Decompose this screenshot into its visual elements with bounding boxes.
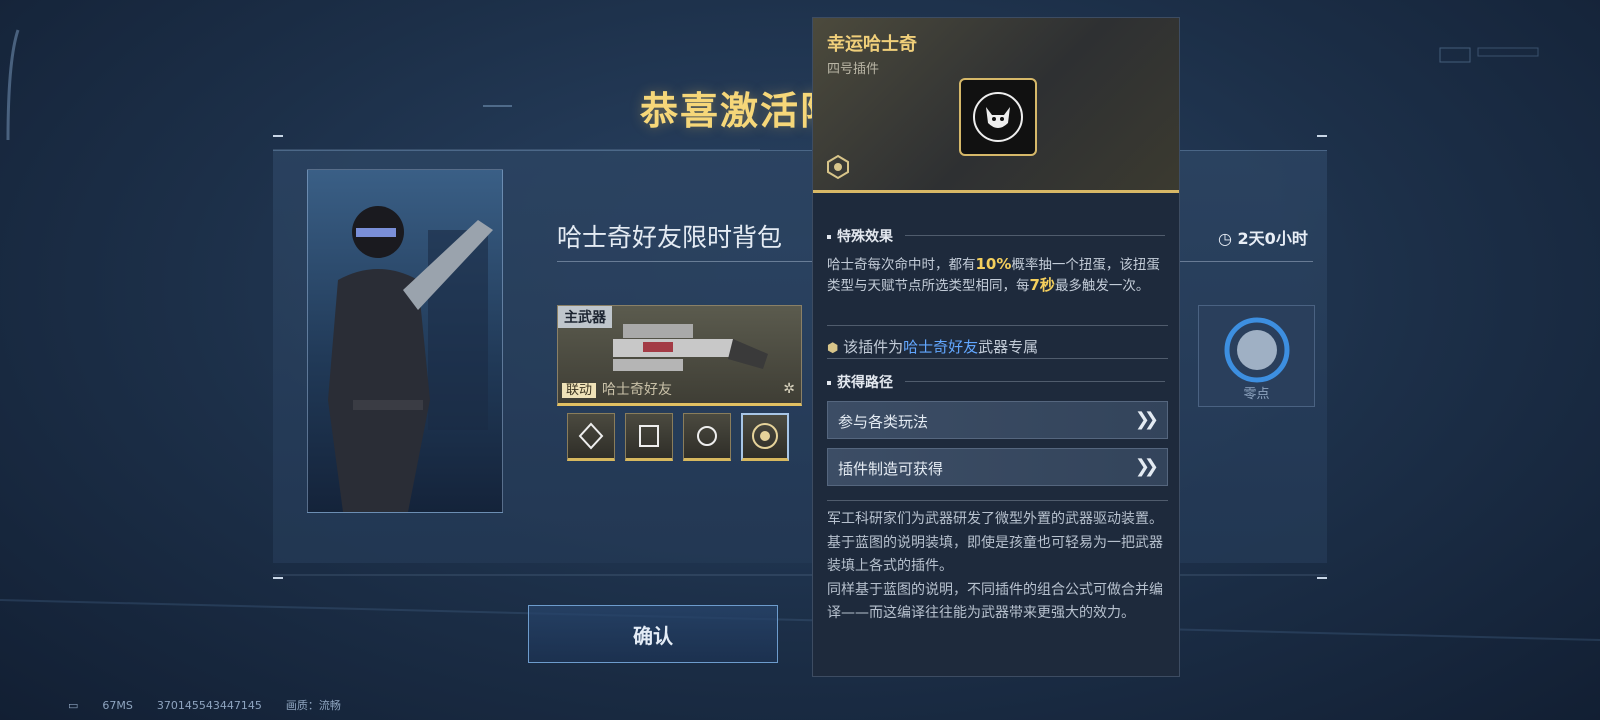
- plugin-type: 四号插件: [827, 62, 880, 77]
- exclusive-text-part: 该插件为: [843, 338, 904, 356]
- reward-card-label: 零点: [1243, 387, 1270, 402]
- effect-text-part: 最多触发一次。: [1054, 278, 1150, 294]
- route-gameplay-button[interactable]: 参与各类玩法 ❯❯: [827, 401, 1168, 439]
- description-paragraph: 基于蓝图的说明装填，即使是孩童也可轻易为一把武器装填上各式的插件。: [827, 534, 1163, 575]
- divider: [827, 325, 1168, 326]
- clock-icon: ◷: [1218, 229, 1232, 248]
- weapon-name: 哈士奇好友: [602, 382, 673, 398]
- reward-emblem-icon: [1224, 317, 1290, 383]
- double-chevron-right-icon: ❯❯: [1134, 456, 1159, 477]
- effect-text-part: 哈士奇每次命中时，都有: [827, 257, 976, 273]
- divider: [827, 500, 1168, 501]
- ping-text: 67MS: [102, 699, 133, 712]
- effect-cooldown: 7秒: [1029, 276, 1055, 294]
- star-icon: ✲: [783, 381, 795, 397]
- panel-corner: [273, 135, 283, 137]
- double-chevron-right-icon: ❯❯: [1134, 409, 1159, 430]
- confirm-button[interactable]: 确认: [528, 605, 778, 663]
- quality-text: 画质：流畅: [285, 699, 341, 712]
- effect-chance: 10%: [975, 255, 1012, 273]
- route-label: 插件制造可获得: [838, 460, 944, 478]
- main-weapon-card[interactable]: 主武器 联动 哈士奇好友 ✲: [557, 305, 802, 406]
- plugin-slot-4[interactable]: [741, 413, 789, 461]
- battery-icon: ▭: [68, 699, 79, 712]
- panel-corner: [273, 577, 283, 579]
- route-label: 参与各类玩法: [838, 413, 929, 431]
- panel-corner: [1317, 577, 1327, 579]
- timer: ◷ 2天0小时: [1218, 225, 1308, 249]
- route-crafting-button[interactable]: 插件制造可获得 ❯❯: [827, 448, 1168, 486]
- character-portrait: [307, 169, 503, 513]
- exclusive-text-part: 武器专属: [978, 338, 1039, 356]
- description-paragraph: 同样基于蓝图的说明，不同插件的组合公式可做合并编译——而这编译往往能为武器带来更…: [827, 581, 1163, 622]
- description-paragraph: 军工科研家们为武器研发了微型外置的武器驱动装置。: [827, 511, 1163, 527]
- shield-icon: ⬢: [827, 341, 839, 356]
- divider: [827, 358, 1168, 359]
- plugin-type-icon: [827, 154, 849, 180]
- route-section-title: 获得路径: [827, 372, 893, 392]
- weapon-image: [613, 324, 768, 371]
- plugin-description: 军工科研家们为武器研发了微型外置的武器驱动装置。 基于蓝图的说明装填，即使是孩童…: [827, 508, 1172, 626]
- plugin-slot-1[interactable]: [567, 413, 615, 461]
- pack-name: 哈士奇好友限时背包: [557, 223, 783, 252]
- plugin-tooltip: 幸运哈士奇 四号插件 特殊效果 哈士奇每次命中时，都有10%概率抽一个扭蛋，该扭…: [812, 17, 1180, 677]
- panel-corner: [1317, 135, 1327, 137]
- exclusive-weapon-link[interactable]: 哈士奇好友: [903, 338, 978, 356]
- timer-text: 2天0小时: [1237, 229, 1308, 248]
- effect-text: 哈士奇每次命中时，都有10%概率抽一个扭蛋，该扭蛋类型与天赋节点所选类型相同，每…: [827, 254, 1172, 296]
- husky-plugin-icon: [959, 78, 1037, 156]
- uid-text: 370145543447145: [156, 699, 262, 712]
- divider: [905, 235, 1165, 236]
- effect-section-title: 特殊效果: [827, 226, 893, 246]
- plugin-slot-3[interactable]: [683, 413, 731, 461]
- exclusive-note: ⬢ 该插件为哈士奇好友武器专属: [827, 336, 1038, 357]
- status-footer: ▭ 67MS 370145543447145 画质：流畅: [68, 697, 365, 713]
- divider: [905, 381, 1165, 382]
- reward-card[interactable]: 零点: [1198, 305, 1315, 407]
- tooltip-header: 幸运哈士奇 四号插件: [813, 18, 1179, 193]
- link-tag: 联动: [562, 383, 597, 398]
- plugin-name: 幸运哈士奇: [827, 34, 917, 55]
- weapon-label: 联动 哈士奇好友: [562, 379, 672, 399]
- plugin-slot-2[interactable]: [625, 413, 673, 461]
